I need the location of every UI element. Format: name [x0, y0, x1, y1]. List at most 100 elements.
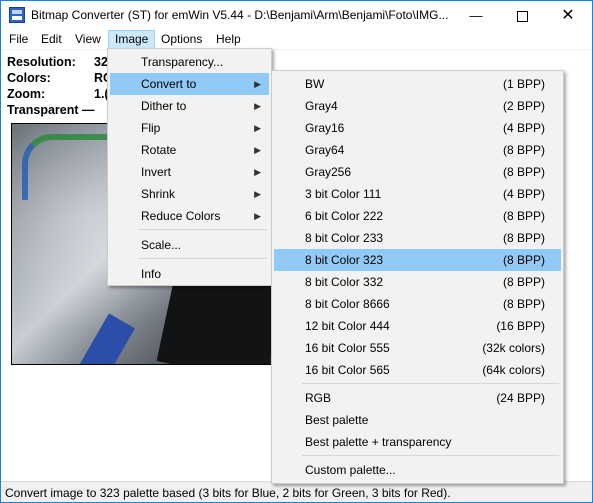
- menu-item-format: (64k colors): [482, 363, 545, 377]
- menu-item-format: (4 BPP): [502, 187, 545, 201]
- menu-item-bw[interactable]: BW (1 BPP): [274, 73, 561, 95]
- menu-item-label: Custom palette...: [305, 463, 396, 477]
- menu-item-8-bit-color-8666[interactable]: 8 bit Color 8666 (8 BPP): [274, 293, 561, 315]
- menu-item-rotate[interactable]: Rotate ▶: [110, 139, 269, 161]
- menu-item-reduce-colors[interactable]: Reduce Colors ▶: [110, 205, 269, 227]
- menu-options[interactable]: Options: [155, 30, 208, 49]
- menu-item-label: Gray256: [305, 165, 352, 179]
- zoom-label: Zoom:: [7, 87, 46, 101]
- title-bar: Bitmap Converter (ST) for emWin V5.44 - …: [1, 1, 592, 30]
- menu-item-gray4[interactable]: Gray4 (2 BPP): [274, 95, 561, 117]
- menu-item-format: (24 BPP): [496, 391, 545, 405]
- menu-item-label: Gray4: [305, 99, 338, 113]
- menu-item-gray16[interactable]: Gray16 (4 BPP): [274, 117, 561, 139]
- menu-item-dither-to[interactable]: Dither to ▶: [110, 95, 269, 117]
- menu-item-label: Gray64: [305, 143, 345, 157]
- menu-item-6-bit-color-222[interactable]: 6 bit Color 222 (8 BPP): [274, 205, 561, 227]
- menu-item-label: Best palette + transparency: [305, 435, 452, 449]
- menu-item-label: Convert to: [141, 77, 197, 91]
- menu-item-label: 16 bit Color 565: [305, 363, 390, 377]
- menu-item-8-bit-color-332[interactable]: 8 bit Color 332 (8 BPP): [274, 271, 561, 293]
- minimize-button[interactable]: —: [453, 1, 499, 30]
- menu-item-label: Transparency...: [141, 55, 224, 69]
- menu-item-format: (8 BPP): [502, 165, 545, 179]
- chevron-right-icon: ▶: [254, 189, 261, 199]
- menu-item-label: 8 bit Color 233: [305, 231, 384, 245]
- window-title: Bitmap Converter (ST) for emWin V5.44 - …: [31, 8, 449, 22]
- menu-item-convert-to[interactable]: Convert to ▶: [110, 73, 269, 95]
- maximize-icon: [516, 11, 528, 23]
- menu-item-label: Flip: [141, 121, 161, 135]
- menu-item-format: (8 BPP): [502, 209, 545, 223]
- menu-item-3-bit-color-111[interactable]: 3 bit Color 111 (4 BPP): [274, 183, 561, 205]
- chevron-right-icon: ▶: [254, 211, 261, 221]
- menu-item-label: Reduce Colors: [141, 209, 221, 223]
- menu-item-shrink[interactable]: Shrink ▶: [110, 183, 269, 205]
- menu-item-label: 6 bit Color 222: [305, 209, 384, 223]
- menu-item-16-bit-color-555[interactable]: 16 bit Color 555 (32k colors): [274, 337, 561, 359]
- menu-item-flip[interactable]: Flip ▶: [110, 117, 269, 139]
- zoom-row: Zoom: 1.(: [7, 87, 109, 101]
- menu-item-format: (8 BPP): [502, 253, 545, 267]
- menu-item-best-palette[interactable]: Best palette: [274, 409, 561, 431]
- menu-item-transparency[interactable]: Transparency...: [110, 51, 269, 73]
- menu-item-format: (8 BPP): [502, 275, 545, 289]
- status-bar: Convert image to 323 palette based (3 bi…: [1, 481, 592, 502]
- menu-item-label: Info: [141, 267, 162, 281]
- menu-item-format: (32k colors): [482, 341, 545, 355]
- image-menu: Transparency... Convert to ▶ Dither to ▶ Flip…: [107, 48, 272, 286]
- menu-item-format: (8 BPP): [502, 143, 545, 157]
- menu-item-16-bit-color-565[interactable]: 16 bit Color 565 (64k colors): [274, 359, 561, 381]
- transparent-label: Transparent —: [7, 103, 95, 117]
- menu-edit[interactable]: Edit: [35, 30, 68, 49]
- menu-item-format: (16 BPP): [496, 319, 545, 333]
- menu-item-scale[interactable]: Scale...: [110, 234, 269, 256]
- menu-item-custom-palette[interactable]: Custom palette...: [274, 459, 561, 481]
- transparent-row: Transparent —: [7, 103, 95, 117]
- menu-help[interactable]: Help: [210, 30, 247, 49]
- chevron-right-icon: ▶: [254, 101, 261, 111]
- colors-row: Colors: RC: [7, 71, 112, 85]
- menu-item-label: BW: [305, 77, 325, 91]
- app-icon: [9, 7, 25, 23]
- menu-item-label: 16 bit Color 555: [305, 341, 390, 355]
- menu-item-12-bit-color-444[interactable]: 12 bit Color 444 (16 BPP): [274, 315, 561, 337]
- menu-item-gray64[interactable]: Gray64 (8 BPP): [274, 139, 561, 161]
- close-button[interactable]: ✕: [545, 1, 591, 30]
- menu-item-gray256[interactable]: Gray256 (8 BPP): [274, 161, 561, 183]
- menu-separator: [138, 258, 267, 259]
- menu-item-label: 12 bit Color 444: [305, 319, 390, 333]
- menu-item-label: Gray16: [305, 121, 345, 135]
- menu-item-label: 3 bit Color 111: [305, 187, 382, 201]
- colors-label: Colors:: [7, 71, 51, 85]
- menu-item-8-bit-color-233[interactable]: 8 bit Color 233 (8 BPP): [274, 227, 561, 249]
- menu-item-invert[interactable]: Invert ▶: [110, 161, 269, 183]
- chevron-right-icon: ▶: [254, 123, 261, 133]
- menu-item-format: (8 BPP): [502, 231, 545, 245]
- menu-item-label: Rotate: [141, 143, 177, 157]
- menu-item-info[interactable]: Info: [110, 263, 269, 285]
- convert-to-submenu: BW (1 BPP) Gray4 (2 BPP) Gray16 (4 BPP) Gray64…: [271, 70, 564, 484]
- menu-separator: [138, 229, 267, 230]
- resolution-label: Resolution:: [7, 55, 76, 69]
- menu-separator: [302, 455, 559, 456]
- menu-item-label: Best palette: [305, 413, 369, 427]
- menu-image[interactable]: Image: [108, 30, 156, 49]
- menu-bar: File Edit View Image Options Help: [1, 30, 592, 50]
- resolution-row: Resolution: 323: [7, 55, 115, 69]
- menu-file[interactable]: File: [3, 30, 34, 49]
- menu-item-label: Invert: [141, 165, 172, 179]
- menu-item-8-bit-color-323[interactable]: 8 bit Color 323 (8 BPP): [274, 249, 561, 271]
- menu-item-label: 8 bit Color 332: [305, 275, 384, 289]
- menu-item-rgb[interactable]: RGB (24 BPP): [274, 387, 561, 409]
- chevron-right-icon: ▶: [254, 79, 261, 89]
- menu-view[interactable]: View: [69, 30, 107, 49]
- menu-item-best-palette-transparency[interactable]: Best palette + transparency: [274, 431, 561, 453]
- menu-item-format: (2 BPP): [502, 99, 545, 113]
- chevron-right-icon: ▶: [254, 167, 261, 177]
- menu-item-format: (1 BPP): [502, 77, 545, 91]
- chevron-right-icon: ▶: [254, 145, 261, 155]
- menu-item-label: Scale...: [141, 238, 182, 252]
- maximize-button[interactable]: [499, 1, 545, 30]
- preview-wires: [22, 134, 108, 200]
